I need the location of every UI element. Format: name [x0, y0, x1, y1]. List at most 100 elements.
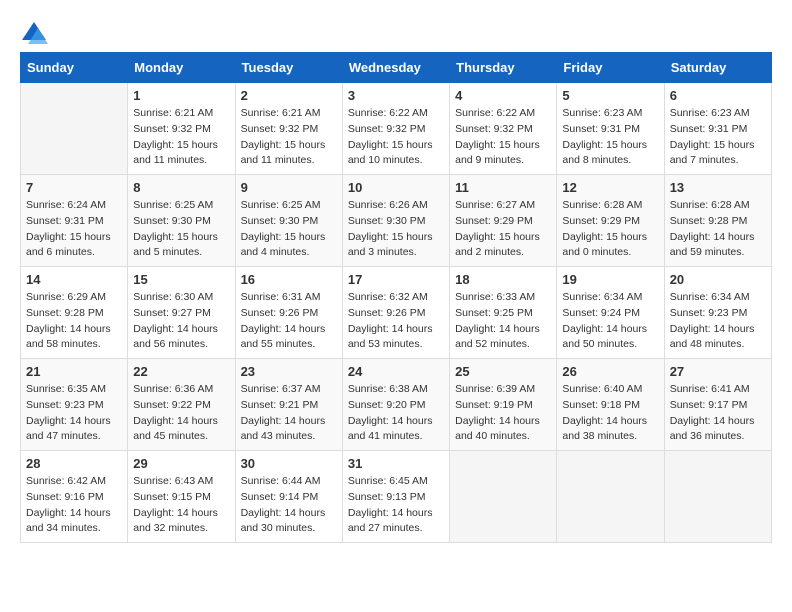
- day-info: Sunrise: 6:21 AMSunset: 9:32 PMDaylight:…: [241, 106, 337, 169]
- day-info: Sunrise: 6:38 AMSunset: 9:20 PMDaylight:…: [348, 382, 444, 445]
- calendar-cell: 2 Sunrise: 6:21 AMSunset: 9:32 PMDaylight…: [235, 83, 342, 175]
- day-info: Sunrise: 6:28 AMSunset: 9:28 PMDaylight:…: [670, 198, 766, 261]
- day-number: 25: [455, 364, 551, 379]
- calendar-cell: 11 Sunrise: 6:27 AMSunset: 9:29 PMDayligh…: [450, 175, 557, 267]
- day-number: 15: [133, 272, 229, 287]
- calendar-cell: 18 Sunrise: 6:33 AMSunset: 9:25 PMDayligh…: [450, 267, 557, 359]
- calendar-cell: 22 Sunrise: 6:36 AMSunset: 9:22 PMDayligh…: [128, 359, 235, 451]
- calendar-cell: 20Sunrise: 6:34 AMSunset: 9:23 PMDayligh…: [664, 267, 771, 359]
- day-number: 22: [133, 364, 229, 379]
- calendar-cell: [557, 451, 664, 543]
- day-number: 21: [26, 364, 122, 379]
- day-info: Sunrise: 6:22 AMSunset: 9:32 PMDaylight:…: [455, 106, 551, 169]
- day-number: 26: [562, 364, 658, 379]
- calendar-cell: 14Sunrise: 6:29 AMSunset: 9:28 PMDayligh…: [21, 267, 128, 359]
- day-number: 16: [241, 272, 337, 287]
- day-number: 7: [26, 180, 122, 195]
- day-number: 3: [348, 88, 444, 103]
- day-info: Sunrise: 6:44 AMSunset: 9:14 PMDaylight:…: [241, 474, 337, 537]
- day-info: Sunrise: 6:30 AMSunset: 9:27 PMDaylight:…: [133, 290, 229, 353]
- day-number: 6: [670, 88, 766, 103]
- calendar-cell: 3 Sunrise: 6:22 AMSunset: 9:32 PMDaylight…: [342, 83, 449, 175]
- calendar-cell: 5 Sunrise: 6:23 AMSunset: 9:31 PMDaylight…: [557, 83, 664, 175]
- logo: [20, 20, 48, 42]
- day-number: 31: [348, 456, 444, 471]
- calendar-cell: [664, 451, 771, 543]
- calendar-cell: 19 Sunrise: 6:34 AMSunset: 9:24 PMDayligh…: [557, 267, 664, 359]
- day-info: Sunrise: 6:36 AMSunset: 9:22 PMDaylight:…: [133, 382, 229, 445]
- calendar-cell: 6 Sunrise: 6:23 AMSunset: 9:31 PMDaylight…: [664, 83, 771, 175]
- day-info: Sunrise: 6:33 AMSunset: 9:25 PMDaylight:…: [455, 290, 551, 353]
- day-number: 19: [562, 272, 658, 287]
- day-info: Sunrise: 6:42 AMSunset: 9:16 PMDaylight:…: [26, 474, 122, 537]
- calendar-week-row: 14Sunrise: 6:29 AMSunset: 9:28 PMDayligh…: [21, 267, 772, 359]
- calendar-cell: 16 Sunrise: 6:31 AMSunset: 9:26 PMDayligh…: [235, 267, 342, 359]
- weekday-header-row: SundayMondayTuesdayWednesdayThursdayFrid…: [21, 53, 772, 83]
- calendar-cell: 15 Sunrise: 6:30 AMSunset: 9:27 PMDayligh…: [128, 267, 235, 359]
- day-info: Sunrise: 6:34 AMSunset: 9:24 PMDaylight:…: [562, 290, 658, 353]
- day-number: 11: [455, 180, 551, 195]
- day-info: Sunrise: 6:43 AMSunset: 9:15 PMDaylight:…: [133, 474, 229, 537]
- weekday-header-wednesday: Wednesday: [342, 53, 449, 83]
- calendar-cell: 17 Sunrise: 6:32 AMSunset: 9:26 PMDayligh…: [342, 267, 449, 359]
- calendar-cell: 4 Sunrise: 6:22 AMSunset: 9:32 PMDaylight…: [450, 83, 557, 175]
- weekday-header-saturday: Saturday: [664, 53, 771, 83]
- weekday-header-monday: Monday: [128, 53, 235, 83]
- day-info: Sunrise: 6:40 AMSunset: 9:18 PMDaylight:…: [562, 382, 658, 445]
- day-info: Sunrise: 6:26 AMSunset: 9:30 PMDaylight:…: [348, 198, 444, 261]
- calendar-cell: [21, 83, 128, 175]
- calendar-cell: 9Sunrise: 6:25 AMSunset: 9:30 PMDaylight…: [235, 175, 342, 267]
- calendar-cell: 1Sunrise: 6:21 AMSunset: 9:32 PMDaylight…: [128, 83, 235, 175]
- day-info: Sunrise: 6:29 AMSunset: 9:28 PMDaylight:…: [26, 290, 122, 353]
- day-number: 30: [241, 456, 337, 471]
- day-info: Sunrise: 6:28 AMSunset: 9:29 PMDaylight:…: [562, 198, 658, 261]
- day-info: Sunrise: 6:32 AMSunset: 9:26 PMDaylight:…: [348, 290, 444, 353]
- day-info: Sunrise: 6:39 AMSunset: 9:19 PMDaylight:…: [455, 382, 551, 445]
- day-info: Sunrise: 6:25 AMSunset: 9:30 PMDaylight:…: [133, 198, 229, 261]
- day-info: Sunrise: 6:21 AMSunset: 9:32 PMDaylight:…: [133, 106, 229, 169]
- calendar-cell: 12Sunrise: 6:28 AMSunset: 9:29 PMDayligh…: [557, 175, 664, 267]
- calendar-cell: 30 Sunrise: 6:44 AMSunset: 9:14 PMDayligh…: [235, 451, 342, 543]
- calendar-cell: 10 Sunrise: 6:26 AMSunset: 9:30 PMDayligh…: [342, 175, 449, 267]
- logo-icon: [20, 20, 48, 48]
- day-info: Sunrise: 6:23 AMSunset: 9:31 PMDaylight:…: [670, 106, 766, 169]
- day-number: 20: [670, 272, 766, 287]
- day-number: 18: [455, 272, 551, 287]
- calendar-cell: 25 Sunrise: 6:39 AMSunset: 9:19 PMDayligh…: [450, 359, 557, 451]
- day-info: Sunrise: 6:31 AMSunset: 9:26 PMDaylight:…: [241, 290, 337, 353]
- day-info: Sunrise: 6:25 AMSunset: 9:30 PMDaylight:…: [241, 198, 337, 261]
- weekday-header-tuesday: Tuesday: [235, 53, 342, 83]
- calendar-week-row: 21Sunrise: 6:35 AMSunset: 9:23 PMDayligh…: [21, 359, 772, 451]
- day-number: 2: [241, 88, 337, 103]
- weekday-header-friday: Friday: [557, 53, 664, 83]
- weekday-header-thursday: Thursday: [450, 53, 557, 83]
- calendar-cell: 21Sunrise: 6:35 AMSunset: 9:23 PMDayligh…: [21, 359, 128, 451]
- calendar-cell: 7 Sunrise: 6:24 AMSunset: 9:31 PMDaylight…: [21, 175, 128, 267]
- day-info: Sunrise: 6:24 AMSunset: 9:31 PMDaylight:…: [26, 198, 122, 261]
- day-number: 4: [455, 88, 551, 103]
- day-number: 10: [348, 180, 444, 195]
- calendar-week-row: 7 Sunrise: 6:24 AMSunset: 9:31 PMDaylight…: [21, 175, 772, 267]
- day-info: Sunrise: 6:27 AMSunset: 9:29 PMDaylight:…: [455, 198, 551, 261]
- calendar-cell: 31Sunrise: 6:45 AMSunset: 9:13 PMDayligh…: [342, 451, 449, 543]
- day-info: Sunrise: 6:22 AMSunset: 9:32 PMDaylight:…: [348, 106, 444, 169]
- day-number: 17: [348, 272, 444, 287]
- day-number: 23: [241, 364, 337, 379]
- calendar-cell: 23Sunrise: 6:37 AMSunset: 9:21 PMDayligh…: [235, 359, 342, 451]
- weekday-header-sunday: Sunday: [21, 53, 128, 83]
- calendar-cell: 8Sunrise: 6:25 AMSunset: 9:30 PMDaylight…: [128, 175, 235, 267]
- day-info: Sunrise: 6:41 AMSunset: 9:17 PMDaylight:…: [670, 382, 766, 445]
- day-info: Sunrise: 6:23 AMSunset: 9:31 PMDaylight:…: [562, 106, 658, 169]
- calendar-table: SundayMondayTuesdayWednesdayThursdayFrid…: [20, 52, 772, 543]
- calendar-cell: 24Sunrise: 6:38 AMSunset: 9:20 PMDayligh…: [342, 359, 449, 451]
- calendar-cell: 27Sunrise: 6:41 AMSunset: 9:17 PMDayligh…: [664, 359, 771, 451]
- calendar-week-row: 1Sunrise: 6:21 AMSunset: 9:32 PMDaylight…: [21, 83, 772, 175]
- calendar-cell: 13Sunrise: 6:28 AMSunset: 9:28 PMDayligh…: [664, 175, 771, 267]
- day-number: 28: [26, 456, 122, 471]
- calendar-week-row: 28 Sunrise: 6:42 AMSunset: 9:16 PMDayligh…: [21, 451, 772, 543]
- calendar-cell: [450, 451, 557, 543]
- day-number: 29: [133, 456, 229, 471]
- calendar-cell: 26 Sunrise: 6:40 AMSunset: 9:18 PMDayligh…: [557, 359, 664, 451]
- day-number: 5: [562, 88, 658, 103]
- calendar-cell: 29 Sunrise: 6:43 AMSunset: 9:15 PMDayligh…: [128, 451, 235, 543]
